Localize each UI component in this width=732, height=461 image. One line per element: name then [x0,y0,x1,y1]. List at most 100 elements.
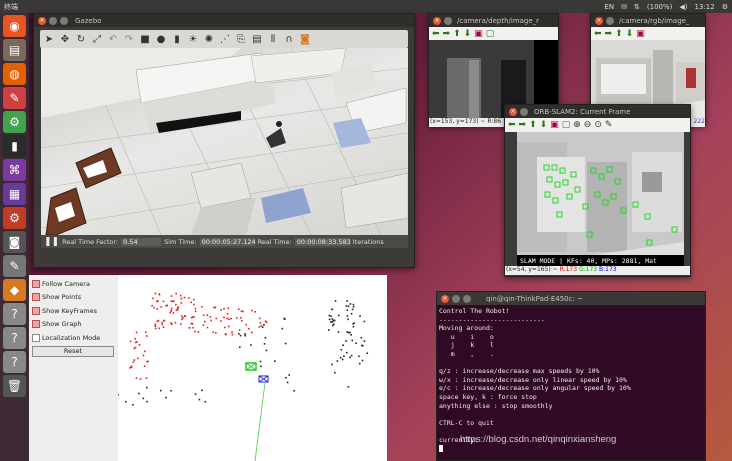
depth-titlebar[interactable]: × /camera/depth/image_r [429,14,558,27]
orb-titlebar[interactable]: × ORB-SLAM2: Current Frame [505,105,690,118]
trash-launcher-icon[interactable]: 🗑 [3,375,26,397]
unknown-3-launcher-icon[interactable]: ? [3,351,26,373]
firefox-launcher-icon[interactable]: ◍ [3,63,26,85]
spot-light-icon[interactable]: ⋰ [218,32,232,46]
system-tray[interactable]: EN ✉ ⇅ (100%) ◀) 13:12 ⚙ [605,3,729,11]
camera-icon[interactable]: ◙ [298,32,312,46]
box-icon[interactable]: ■ [138,32,152,46]
zoom-100-icon[interactable]: ⊙ [594,120,602,130]
sun-icon[interactable]: ☀ [186,32,200,46]
arrow-right-icon[interactable]: ➡ [443,29,451,39]
checkbox-box[interactable] [32,320,40,329]
checkbox-box[interactable] [32,333,40,342]
point-light-icon[interactable]: ✺ [202,32,216,46]
arrow-up-icon[interactable]: ⬆ [529,120,537,130]
terminal-launcher-icon[interactable]: ▮ [3,135,26,157]
volume-icon[interactable]: ◀) [679,3,687,11]
map-point [130,365,133,368]
follow-camera-checkbox[interactable]: Follow Camera [32,277,115,291]
files-launcher-icon[interactable]: ▤ [3,39,26,61]
gazebo-titlebar[interactable]: × Gazebo [34,14,414,27]
orb-frame-image[interactable]: SLAM MODE | KFs: 40, MPs: 2881, Mat [517,132,684,266]
rotate-icon[interactable]: ↻ [74,32,88,46]
checkbox-box[interactable] [32,293,40,302]
arrow-left-icon[interactable]: ⬅ [508,120,516,130]
qt-creator-launcher-icon[interactable]: ⚙ [3,111,26,133]
pause-icon[interactable]: ❚❚ [44,237,59,247]
translate-icon[interactable]: ✥ [58,32,72,46]
paste-icon[interactable]: ▤ [250,32,264,46]
arrow-right-icon[interactable]: ➡ [605,29,613,39]
checkbox-label: Show Points [42,293,82,302]
map-point [137,357,139,360]
close-icon[interactable]: × [38,16,46,25]
cylinder-icon[interactable]: ▮ [170,32,184,46]
system-settings-launcher-icon[interactable]: ⚙ [3,207,26,229]
zoom-fit-icon[interactable]: ▣ [636,29,645,39]
zoom-in-icon[interactable]: ⊕ [573,120,581,130]
tool-b-launcher-icon[interactable]: ▦ [3,183,26,205]
mail-icon[interactable]: ✉ [621,3,627,11]
settings-app-launcher-icon[interactable]: ✎ [3,87,26,109]
map-point-cloud-view[interactable] [118,275,387,461]
arrow-up-icon[interactable]: ⬆ [615,29,623,39]
battery-label[interactable]: (100%) [647,3,672,11]
camera-launcher-icon[interactable]: ◙ [3,231,26,253]
minimize-icon[interactable] [49,16,57,25]
arrow-left-icon[interactable]: ⬅ [432,29,440,39]
arrow-up-icon[interactable]: ⬆ [453,29,461,39]
arrow-down-icon[interactable]: ⬇ [626,29,634,39]
show-keyframes-checkbox[interactable]: Show KeyFrames [32,304,115,318]
close-icon[interactable]: × [433,16,441,25]
maximize-icon[interactable] [463,294,471,303]
gazebo-3d-view[interactable] [41,48,408,235]
rviz-launcher-icon[interactable]: ◆ [3,279,26,301]
checkbox-box[interactable] [32,279,40,288]
minimize-icon[interactable] [452,294,460,303]
save-icon[interactable]: ▢ [562,120,571,130]
tool-a-launcher-icon[interactable]: ⌘ [3,159,26,181]
arrow-left-icon[interactable]: ⬅ [594,29,602,39]
snap-icon[interactable]: ∩ [282,32,296,46]
minimize-icon[interactable] [520,107,528,116]
zoom-fit-icon[interactable]: ▣ [550,120,559,130]
map-point [259,360,262,363]
clock[interactable]: 13:12 [695,3,715,11]
unknown-1-launcher-icon[interactable]: ? [3,303,26,325]
minimize-icon[interactable] [444,16,452,25]
arrow-down-icon[interactable]: ⬇ [464,29,472,39]
network-icon[interactable]: ⇅ [634,3,640,11]
save-icon[interactable]: ▢ [486,29,495,39]
align-icon[interactable]: ⫴ [266,32,280,46]
scale-icon[interactable]: ⤢ [90,32,104,46]
ubuntu-dash-launcher-icon[interactable]: ◉ [3,15,26,37]
copy-icon[interactable]: ⎘ [234,32,248,46]
zoom-fit-icon[interactable]: ▣ [474,29,483,39]
map-viewer-window[interactable]: Follow Camera Show Points Show KeyFrames… [29,275,387,461]
show-graph-checkbox[interactable]: Show Graph [32,318,115,332]
select-icon[interactable]: ➤ [42,32,56,46]
keyboard-indicator[interactable]: EN [605,3,615,11]
undo-icon[interactable]: ↶ [106,32,120,46]
arrow-right-icon[interactable]: ➡ [519,120,527,130]
close-icon[interactable]: × [441,294,449,303]
close-icon[interactable]: × [509,107,517,116]
picker-icon[interactable]: ✎ [605,120,613,130]
show-points-checkbox[interactable]: Show Points [32,291,115,305]
redo-icon[interactable]: ↷ [122,32,136,46]
reset-button[interactable]: Reset [32,345,114,357]
unknown-2-launcher-icon[interactable]: ? [3,327,26,349]
close-icon[interactable]: × [595,16,603,25]
text-editor-launcher-icon[interactable]: ✎ [3,255,26,277]
rgb-titlebar[interactable]: × /camera/rgb/image_ [591,14,705,27]
gear-icon[interactable]: ⚙ [722,3,728,11]
localization-mode-checkbox[interactable]: Localization Mode [32,331,115,345]
minimize-icon[interactable] [606,16,614,25]
map-point [212,331,215,334]
terminal-titlebar[interactable]: × qin@qin-ThinkPad-E450c: ~ [437,292,705,305]
arrow-down-icon[interactable]: ⬇ [540,120,548,130]
checkbox-box[interactable] [32,306,40,315]
sphere-icon[interactable]: ● [154,32,168,46]
maximize-icon[interactable] [60,16,68,25]
zoom-out-icon[interactable]: ⊖ [584,120,592,130]
